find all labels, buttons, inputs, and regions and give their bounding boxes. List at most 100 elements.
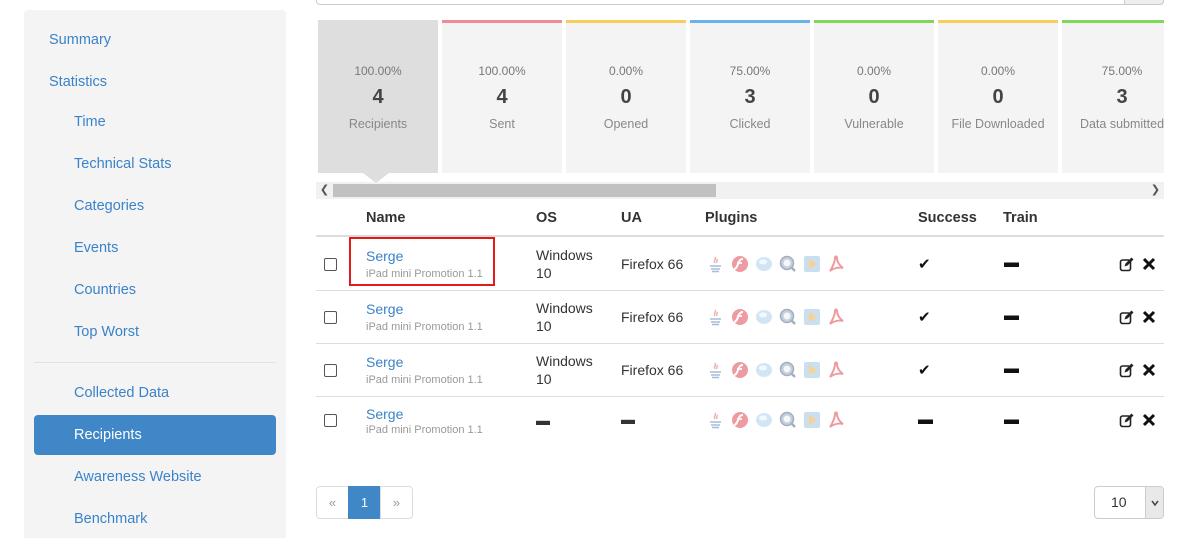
silverlight-icon bbox=[754, 254, 773, 273]
column-header-name[interactable]: Name bbox=[366, 210, 406, 226]
stat-card-recipients[interactable]: 100.00% 4 Recipients bbox=[318, 20, 438, 173]
stat-count: 4 bbox=[372, 86, 384, 108]
search-button[interactable] bbox=[1124, 0, 1164, 5]
sidebar-item-recipients[interactable]: Recipients bbox=[34, 415, 276, 455]
stat-card-opened[interactable]: 0.00% 0 Opened bbox=[566, 20, 686, 173]
prev-page-button[interactable]: « bbox=[316, 486, 349, 519]
sidebar-item-collected-data[interactable]: Collected Data bbox=[34, 373, 276, 413]
flash-icon bbox=[730, 360, 749, 379]
sidebar-item-technical-stats[interactable]: Technical Stats bbox=[34, 144, 276, 184]
stat-percent: 0.00% bbox=[980, 64, 1016, 78]
delete-icon[interactable] bbox=[1141, 412, 1157, 428]
os-name: Windows bbox=[536, 353, 593, 369]
row-actions bbox=[1118, 412, 1157, 428]
column-header-success[interactable]: Success bbox=[918, 210, 977, 226]
row-checkbox[interactable] bbox=[324, 364, 337, 377]
train-dash: ▬ bbox=[1004, 307, 1019, 324]
edit-icon[interactable] bbox=[1118, 309, 1134, 325]
stat-color-bar bbox=[1062, 20, 1164, 23]
stat-percent: 0.00% bbox=[608, 64, 644, 78]
plugin-icons bbox=[706, 254, 845, 274]
edit-icon[interactable] bbox=[1118, 362, 1134, 378]
next-page-button[interactable]: » bbox=[380, 486, 413, 519]
sidebar-item-time[interactable]: Time bbox=[34, 102, 276, 142]
sidebar-item-categories[interactable]: Categories bbox=[34, 186, 276, 226]
recipient-name-link[interactable]: Serge bbox=[366, 406, 403, 422]
sidebar-item-summary[interactable]: Summary bbox=[34, 20, 276, 60]
ua-value: Firefox 66 bbox=[621, 256, 684, 272]
recipient-name-link[interactable]: Serge bbox=[366, 354, 403, 370]
sidebar-item-statistics[interactable]: Statistics bbox=[34, 62, 276, 102]
stat-count: 4 bbox=[496, 86, 508, 108]
os-value: Windows 10 bbox=[536, 246, 593, 282]
sidebar-item-events[interactable]: Events bbox=[34, 228, 276, 268]
stat-card-vulnerable[interactable]: 0.00% 0 Vulnerable bbox=[814, 20, 934, 173]
java-icon bbox=[706, 360, 725, 379]
os-version: 10 bbox=[536, 318, 552, 334]
acrobat-icon bbox=[826, 254, 845, 273]
os-version: 10 bbox=[536, 371, 552, 387]
train-dash: ▬ bbox=[1004, 360, 1019, 377]
train-dash: ▬ bbox=[1004, 411, 1019, 428]
sidebar-item-awareness-website[interactable]: Awareness Website bbox=[34, 457, 276, 497]
highlight-box bbox=[349, 237, 495, 286]
scrollbar-thumb[interactable] bbox=[333, 184, 716, 197]
windows-media-icon bbox=[802, 254, 821, 273]
stat-label: Clicked bbox=[729, 117, 771, 131]
row-actions bbox=[1118, 362, 1157, 378]
page-size-select[interactable]: 10 bbox=[1094, 486, 1164, 519]
acrobat-icon bbox=[826, 360, 845, 379]
column-header-plugins[interactable]: Plugins bbox=[705, 210, 757, 226]
column-header-ua[interactable]: UA bbox=[621, 210, 642, 226]
success-check-icon: ✔ bbox=[918, 256, 931, 273]
row-checkbox[interactable] bbox=[324, 414, 337, 427]
stat-percent: 100.00% bbox=[354, 64, 402, 78]
page-size-value: 10 bbox=[1111, 494, 1127, 510]
flash-icon bbox=[730, 307, 749, 326]
column-header-os[interactable]: OS bbox=[536, 210, 557, 226]
page-button-current[interactable]: 1 bbox=[348, 486, 381, 519]
flash-icon bbox=[730, 410, 749, 429]
row-checkbox[interactable] bbox=[324, 258, 337, 271]
stat-percent: 75.00% bbox=[1101, 64, 1143, 78]
quicktime-icon bbox=[778, 360, 797, 379]
scroll-left-icon[interactable]: ❮ bbox=[316, 182, 333, 199]
campaign-name: iPad mini Promotion 1.1 bbox=[366, 374, 483, 386]
horizontal-scrollbar[interactable]: ❮ ❯ bbox=[316, 182, 1164, 199]
windows-media-icon bbox=[802, 307, 821, 326]
delete-icon[interactable] bbox=[1141, 309, 1157, 325]
stat-color-bar bbox=[938, 20, 1058, 23]
quicktime-icon bbox=[778, 254, 797, 273]
stat-label: Recipients bbox=[348, 117, 408, 131]
stat-count: 0 bbox=[992, 86, 1004, 108]
chevron-down-icon[interactable] bbox=[1145, 487, 1163, 518]
stat-card-file-downloaded[interactable]: 0.00% 0 File Downloaded bbox=[938, 20, 1058, 173]
search-bar[interactable] bbox=[316, 0, 1164, 5]
table-header: Name OS UA Plugins Success Train bbox=[316, 200, 1164, 237]
sidebar: Summary Statistics Time Technical Stats … bbox=[24, 10, 286, 538]
row-checkbox[interactable] bbox=[324, 311, 337, 324]
stat-card-clicked[interactable]: 75.00% 3 Clicked bbox=[690, 20, 810, 173]
edit-icon[interactable] bbox=[1118, 412, 1134, 428]
acrobat-icon bbox=[826, 307, 845, 326]
campaign-name: iPad mini Promotion 1.1 bbox=[366, 321, 483, 333]
stat-count: 3 bbox=[1116, 86, 1128, 108]
recipient-name-link[interactable]: Serge bbox=[366, 301, 403, 317]
stat-label: Opened bbox=[603, 117, 649, 131]
sidebar-item-top-worst[interactable]: Top Worst bbox=[34, 312, 276, 352]
column-header-train[interactable]: Train bbox=[1003, 210, 1038, 226]
silverlight-icon bbox=[754, 360, 773, 379]
delete-icon[interactable] bbox=[1141, 256, 1157, 272]
java-icon bbox=[706, 254, 725, 273]
java-icon bbox=[706, 307, 725, 326]
edit-icon[interactable] bbox=[1118, 256, 1134, 272]
sidebar-item-benchmark[interactable]: Benchmark bbox=[34, 499, 276, 539]
scroll-right-icon[interactable]: ❯ bbox=[1147, 182, 1164, 199]
stat-card-sent[interactable]: 100.00% 4 Sent bbox=[442, 20, 562, 173]
sidebar-item-countries[interactable]: Countries bbox=[34, 270, 276, 310]
flash-icon bbox=[730, 254, 749, 273]
quicktime-icon bbox=[778, 410, 797, 429]
delete-icon[interactable] bbox=[1141, 362, 1157, 378]
stat-card-data-submitted[interactable]: 75.00% 3 Data submitted bbox=[1062, 20, 1164, 173]
stat-percent: 100.00% bbox=[478, 64, 526, 78]
